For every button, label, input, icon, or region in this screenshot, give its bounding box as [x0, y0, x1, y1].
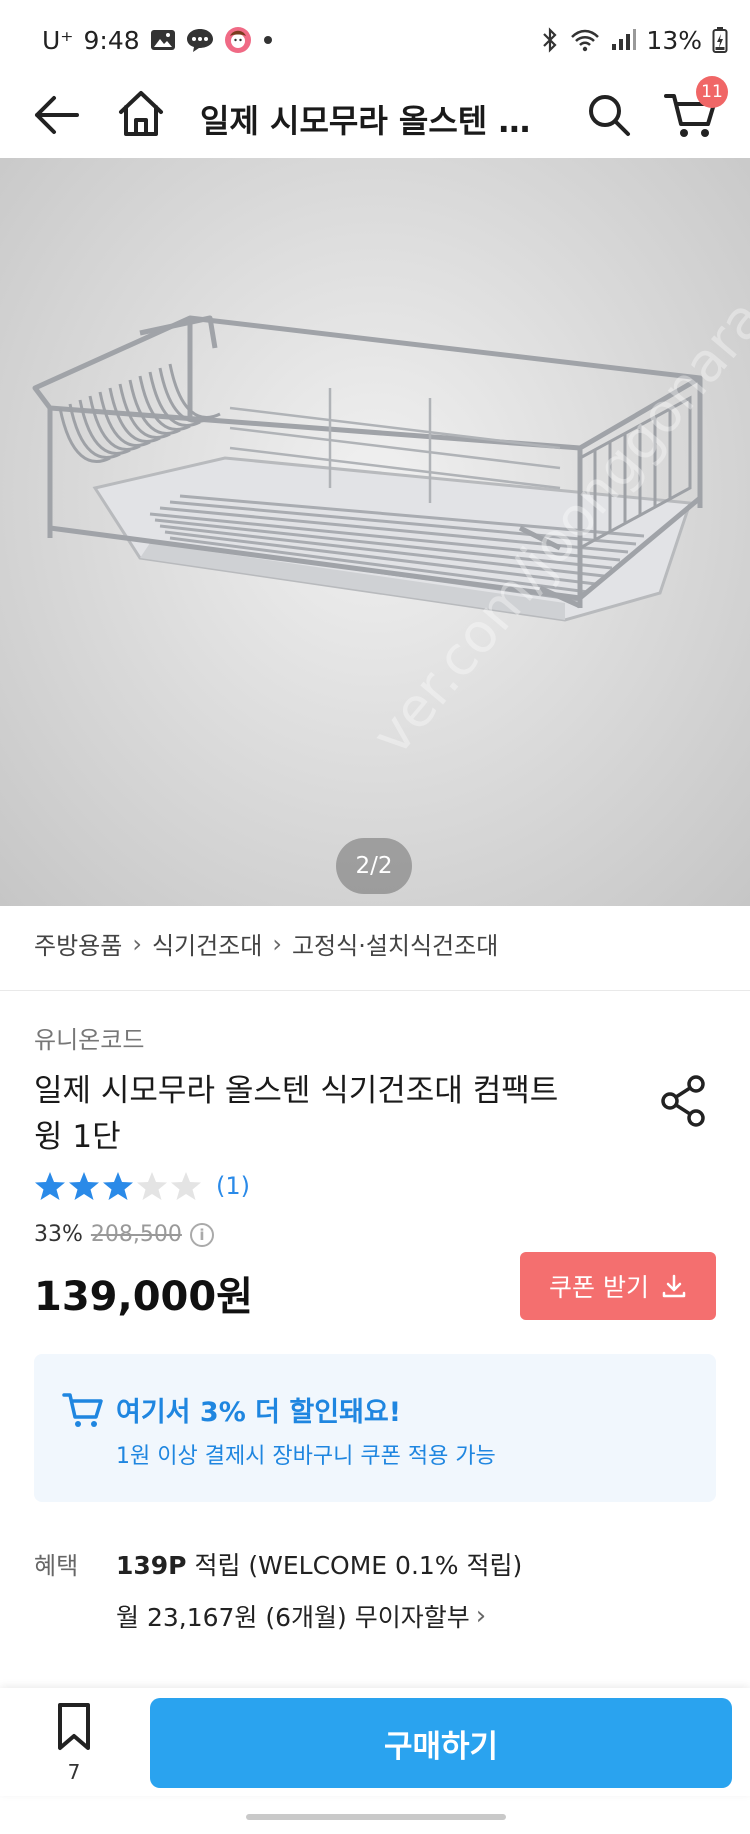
star-empty-icon [171, 1172, 201, 1200]
sale-price: 139,000원 [34, 1274, 253, 1320]
carrier-label: U⁺ [42, 25, 74, 55]
info-icon[interactable]: i [189, 1222, 214, 1247]
points-description: 적립 (WELCOME 0.1% 적립) [186, 1551, 523, 1580]
battery-icon [712, 26, 728, 54]
cart-count-badge: 11 [696, 76, 728, 108]
star-filled-icon [35, 1172, 65, 1200]
breadcrumb-item[interactable]: 식기건조대 [152, 926, 262, 961]
coupon-download-button[interactable]: 쿠폰 받기 [520, 1252, 716, 1320]
home-button[interactable] [116, 88, 166, 140]
chevron-right-icon: › [272, 929, 282, 958]
star-filled-icon [103, 1172, 133, 1200]
chat-notification-icon [186, 27, 214, 53]
back-arrow-icon [35, 96, 79, 134]
bookmark-icon [58, 1703, 90, 1750]
star-filled-icon [69, 1172, 99, 1200]
discount-rate: 33% [34, 1222, 83, 1247]
original-price: 208,500 [90, 1222, 182, 1247]
status-bar: U⁺ 9:48 13% [0, 0, 750, 80]
cart-icon [62, 1393, 103, 1427]
discount-row: 33% 208,500 i [34, 1222, 214, 1247]
breadcrumb: 주방용품 › 식기건조대 › 고정식·설치식건조대 [34, 926, 498, 961]
star-empty-icon [137, 1172, 167, 1200]
product-name-line: 윙 1단 [34, 1119, 121, 1155]
chevron-right-icon: › [475, 1601, 487, 1631]
gallery-notification-icon [150, 28, 176, 52]
review-count[interactable]: (1) [216, 1172, 250, 1200]
download-icon [662, 1274, 686, 1298]
top-navigation-bar: 일제 시모무라 올스텐 식... [0, 80, 750, 158]
brand-name[interactable]: 유니온코드 [34, 1020, 144, 1055]
wifi-icon [570, 28, 600, 52]
points-amount: 139P [116, 1551, 187, 1580]
installment-text: 월 23,167원 (6개월) 무이자할부 [116, 1603, 470, 1632]
product-name: 일제 시모무라 올스텐 식기건조대 컴팩트 윙 1단 [34, 1068, 634, 1160]
promo-banner[interactable]: 여기서 3% 더 할인돼요! 1원 이상 결제시 장바구니 쿠폰 적용 가능 [34, 1354, 716, 1502]
clock: 9:48 [83, 25, 140, 55]
shipping-row-partial [34, 1676, 734, 1688]
coupon-button-label: 쿠폰 받기 [549, 1273, 649, 1302]
page-title: 일제 시모무라 올스텐 식... [200, 102, 550, 140]
back-button[interactable] [32, 90, 82, 140]
signal-icon [610, 28, 637, 52]
promo-title: 여기서 3% 더 할인돼요! [116, 1397, 402, 1428]
breadcrumb-item[interactable]: 주방용품 [34, 926, 122, 961]
more-notifications-icon [262, 34, 274, 46]
bookmark-button[interactable] [52, 1702, 96, 1752]
buy-button[interactable]: 구매하기 [150, 1698, 732, 1788]
home-indicator[interactable] [246, 1814, 506, 1820]
search-button[interactable] [586, 92, 632, 138]
divider [0, 990, 750, 991]
benefit-label: 혜택 [34, 1552, 79, 1580]
dish-rack-illustration: ver.com/joonggonara [32, 287, 750, 767]
app-notification-icon [224, 26, 252, 54]
product-image[interactable]: ver.com/joonggonara [0, 158, 750, 906]
share-button[interactable] [658, 1074, 708, 1128]
status-left: U⁺ 9:48 [42, 26, 274, 55]
status-right: 13% [540, 26, 728, 55]
share-icon [661, 1075, 705, 1127]
promo-subtitle: 1원 이상 결제시 장바구니 쿠폰 적용 가능 [116, 1444, 496, 1469]
breadcrumb-item[interactable]: 고정식·설치식건조대 [292, 926, 498, 961]
bluetooth-icon [540, 27, 560, 53]
home-icon [119, 91, 163, 136]
product-name-line: 일제 시모무라 올스텐 식기건조대 컴팩트 [34, 1073, 559, 1109]
installment-link[interactable]: 월 23,167원 (6개월) 무이자할부 › [116, 1598, 486, 1634]
image-counter: 2/2 [336, 838, 412, 894]
bottom-action-bar: 7 구매하기 [0, 1688, 750, 1796]
search-icon [589, 95, 630, 136]
points-benefit: 139P 적립 (WELCOME 0.1% 적립) [116, 1546, 522, 1582]
rating-row[interactable]: (1) [34, 1170, 250, 1202]
bookmark-count: 7 [67, 1760, 81, 1784]
chevron-right-icon: › [132, 929, 142, 958]
battery-percent: 13% [646, 25, 702, 55]
